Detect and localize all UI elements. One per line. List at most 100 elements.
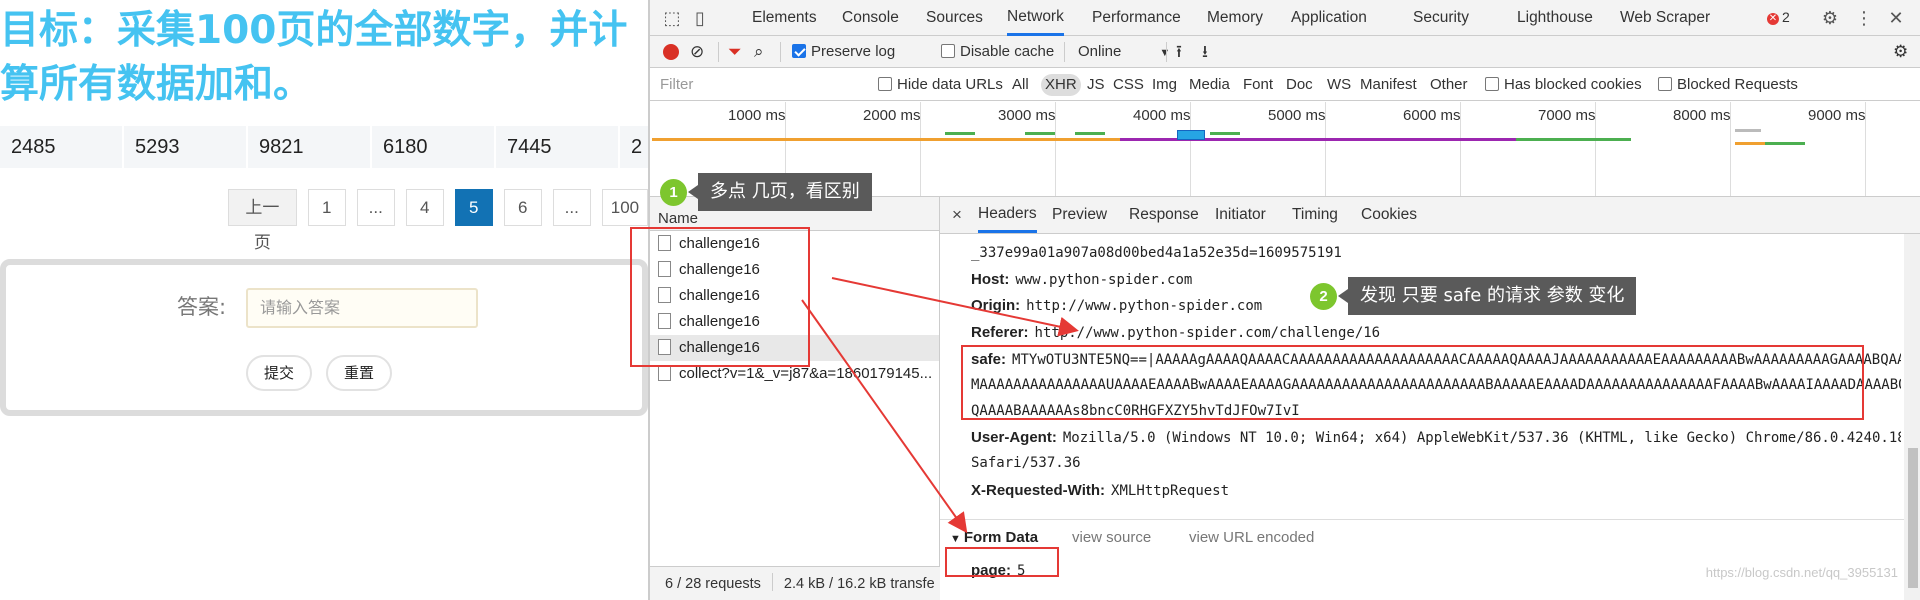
filter-type-js[interactable]: JS (1087, 69, 1105, 101)
tab-console[interactable]: Console (842, 0, 899, 36)
tab-performance[interactable]: Performance (1092, 0, 1181, 36)
more-menu-icon[interactable]: ⋮ (1854, 8, 1874, 28)
tab-elements[interactable]: Elements (752, 0, 817, 36)
clear-icon[interactable]: ⊘ (690, 36, 704, 67)
tab-timing[interactable]: Timing (1292, 197, 1338, 232)
pagination: 上一页 1 ... 4 5 6 ... 100 (228, 189, 648, 252)
filter-type-img[interactable]: Img (1152, 69, 1177, 101)
inspect-element-icon[interactable]: ⬚ (662, 8, 682, 28)
tab-cookies[interactable]: Cookies (1361, 197, 1417, 232)
page-button-1[interactable]: 1 (307, 189, 346, 226)
timeline-tick-label: 5000 ms (1268, 107, 1326, 124)
network-settings-icon[interactable]: ⚙ (1893, 36, 1908, 67)
tab-memory[interactable]: Memory (1207, 0, 1263, 36)
number-cell: 2 (620, 126, 648, 168)
view-url-encoded-link[interactable]: view URL encoded (1189, 520, 1314, 555)
filter-input[interactable]: Filter (654, 72, 854, 98)
disable-cache-checkbox[interactable]: Disable cache (941, 36, 1054, 67)
view-source-link[interactable]: view source (1072, 520, 1151, 555)
filter-type-css[interactable]: CSS (1113, 69, 1144, 101)
answer-input[interactable]: 请输入答案 (246, 288, 478, 328)
checkbox-icon (941, 44, 955, 58)
numbers-row: 2485 5293 9821 6180 7445 2 (0, 126, 648, 168)
page-ellipsis[interactable]: ... (356, 189, 395, 226)
error-count-badge[interactable]: ✕ 2 (1767, 9, 1790, 25)
page-button-5-active[interactable]: 5 (454, 189, 493, 226)
number-cell: 9821 (248, 126, 372, 168)
step-1-badge: 1 (660, 179, 687, 206)
export-har-icon[interactable]: ⭳ (1202, 36, 1208, 67)
watermark: https://blog.csdn.net/qq_3955131 (1705, 565, 1898, 580)
tab-preview[interactable]: Preview (1052, 197, 1107, 232)
header-x-requested-with: X-Requested-With: XMLHttpRequest (971, 482, 1229, 499)
submit-button[interactable]: 提交 (246, 355, 313, 391)
form-data-section: ▼ Form Data view source view URL encoded (940, 519, 1920, 554)
tab-response[interactable]: Response (1129, 197, 1199, 232)
has-blocked-cookies-checkbox[interactable]: Has blocked cookies (1485, 69, 1642, 101)
throttling-select[interactable]: Online ▼ (1078, 36, 1170, 69)
answer-label: 答案: (177, 295, 227, 319)
reset-button[interactable]: 重置 (326, 355, 393, 391)
tab-network[interactable]: Network (1007, 0, 1064, 36)
header-origin: Origin: http://www.python-spider.com (971, 297, 1262, 314)
number-cell: 6180 (372, 126, 496, 168)
timeline-bar (1210, 132, 1240, 135)
answer-panel: 答案: 请输入答案 提交 重置 (0, 259, 648, 416)
error-count: 2 (1782, 9, 1790, 25)
tab-headers[interactable]: Headers (978, 197, 1037, 233)
divider (1064, 42, 1065, 62)
filter-type-manifest[interactable]: Manifest (1360, 69, 1417, 101)
page-button-4[interactable]: 4 (405, 189, 444, 226)
device-toolbar-icon[interactable]: ▯ (690, 8, 710, 28)
tab-application[interactable]: Application (1291, 0, 1367, 36)
filter-type-font[interactable]: Font (1243, 69, 1273, 101)
blocked-requests-checkbox[interactable]: Blocked Requests (1658, 69, 1798, 101)
annotation-box-safe-header (961, 345, 1864, 420)
settings-gear-icon[interactable]: ⚙ (1820, 8, 1840, 28)
has-blocked-cookies-label: Has blocked cookies (1504, 76, 1642, 93)
tab-security[interactable]: Security (1413, 0, 1469, 36)
close-devtools-icon[interactable]: ✕ (1886, 8, 1906, 28)
close-detail-icon[interactable]: × (952, 197, 962, 232)
filter-type-xhr[interactable]: XHR (1041, 74, 1081, 96)
tab-initiator[interactable]: Initiator (1215, 197, 1266, 232)
network-status-bar: 6 / 28 requests 2.4 kB / 16.2 kB transfe (650, 566, 940, 600)
request-name: collect?v=1&_v=j87&a=1860179145... (679, 365, 933, 382)
checkbox-icon (1485, 77, 1499, 91)
page-button-6[interactable]: 6 (503, 189, 542, 226)
header-value: Mozilla/5.0 (Windows NT 10.0; Win64; x64… (1062, 430, 1901, 446)
filter-type-doc[interactable]: Doc (1286, 69, 1313, 101)
filter-type-other[interactable]: Other (1430, 69, 1468, 101)
timeline-bar (945, 132, 975, 135)
timeline-bar (1177, 130, 1205, 140)
header-name: Origin: (971, 297, 1021, 314)
divider (780, 42, 781, 62)
prev-page-button[interactable]: 上一页 (228, 189, 297, 252)
filter-type-all[interactable]: All (1012, 69, 1029, 101)
page-ellipsis[interactable]: ... (552, 189, 591, 226)
tab-sources[interactable]: Sources (926, 0, 983, 36)
tab-lighthouse[interactable]: Lighthouse (1517, 0, 1593, 36)
annotation-box-requests (630, 227, 810, 367)
detail-scrollbar[interactable] (1904, 234, 1920, 600)
page-button-100[interactable]: 100 (601, 189, 648, 226)
filter-type-media[interactable]: Media (1189, 69, 1230, 101)
devtools-panel: ⬚ ▯ Elements Console Sources Network Per… (648, 0, 1920, 600)
header-value: XMLHttpRequest (1111, 483, 1230, 499)
record-icon[interactable] (663, 44, 679, 60)
hide-data-urls-checkbox[interactable]: Hide data URLs (878, 69, 1003, 101)
tab-web-scraper[interactable]: Web Scraper (1620, 0, 1710, 36)
devtools-tab-bar: ⬚ ▯ Elements Console Sources Network Per… (650, 0, 1920, 36)
timeline-bar (652, 138, 1122, 141)
preserve-log-checkbox[interactable]: Preserve log (792, 36, 895, 67)
header-user-agent-continued: Safari/537.36 (971, 455, 1081, 471)
timeline-tick-label: 4000 ms (1133, 107, 1191, 124)
network-toolbar: ⊘ ⏷ ⌕ Preserve log Disable cache Online ▼… (650, 36, 1920, 68)
search-icon[interactable]: ⌕ (754, 36, 764, 67)
filter-type-ws[interactable]: WS (1327, 69, 1351, 101)
header-name: User-Agent: (971, 429, 1057, 446)
scrollbar-thumb[interactable] (1908, 448, 1918, 588)
form-data-title: Form Data (963, 529, 1039, 546)
filter-icon[interactable]: ⏷ (728, 36, 742, 67)
import-har-icon[interactable]: ⭱ (1176, 36, 1182, 67)
